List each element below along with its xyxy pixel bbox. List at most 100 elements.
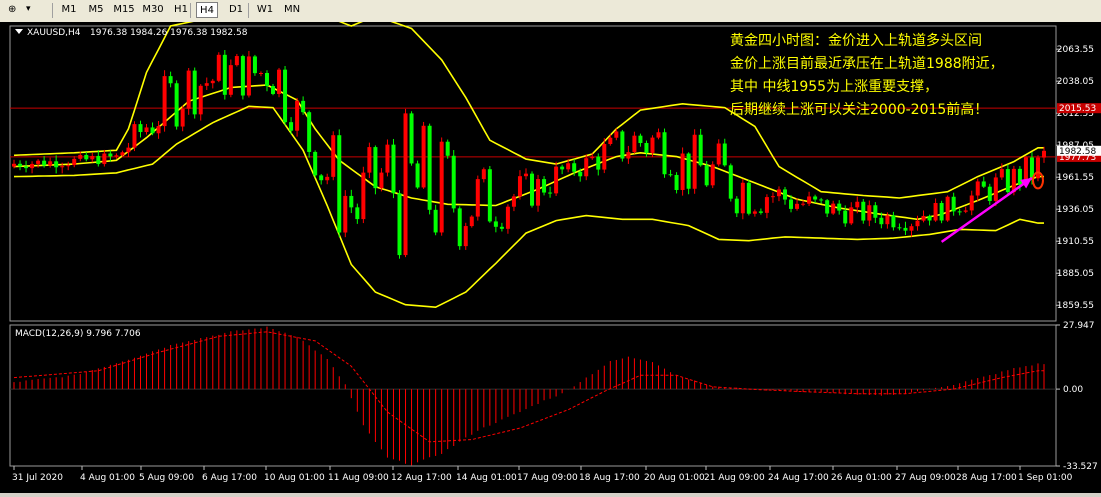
candle-body xyxy=(867,205,872,221)
time-axis: 31 Jul 2020 4 Aug 01:00 5 Aug 09:00 6 Aug 1… xyxy=(12,466,1073,483)
price-axis-label: 1859.55 xyxy=(1057,301,1094,311)
candle-body xyxy=(530,173,535,206)
time-axis-label: 28 Aug 17:00 xyxy=(956,473,1017,483)
candle-body xyxy=(668,174,673,176)
drawing-tool-dropdown[interactable]: ⊕ ▾ xyxy=(4,4,38,18)
candle-body xyxy=(66,165,71,167)
candle-body xyxy=(626,152,631,159)
candle-body xyxy=(114,155,119,157)
candle-body xyxy=(361,172,366,220)
candle-body xyxy=(536,179,541,206)
candle-body xyxy=(831,203,836,214)
candle-body xyxy=(801,203,806,205)
price-chart-window[interactable]: 2063.552038.052012.551987.051961.551936.… xyxy=(0,11,1101,493)
candle-body xyxy=(584,158,589,177)
time-axis-label: 11 Aug 09:00 xyxy=(328,473,389,483)
timeframe-h1-button[interactable]: H1 xyxy=(170,2,192,18)
candle-body xyxy=(614,131,619,138)
macd-panel-border xyxy=(9,324,1057,467)
candle-body xyxy=(722,143,727,166)
candle-body xyxy=(650,137,655,153)
macd-axis-label: 0.00 xyxy=(1063,385,1083,395)
candle-body xyxy=(403,113,408,256)
candle-body xyxy=(789,199,794,209)
candle-body xyxy=(421,125,426,188)
price-axis-label: 1961.55 xyxy=(1057,173,1094,183)
candle-body xyxy=(578,171,583,177)
candle-body xyxy=(819,199,824,201)
time-axis-label: 17 Aug 09:00 xyxy=(517,473,578,483)
candle-body xyxy=(505,206,510,229)
candle-body xyxy=(30,163,35,169)
candle-body xyxy=(608,137,613,144)
candle-body xyxy=(782,189,787,200)
candle-body xyxy=(108,153,113,157)
candle-body xyxy=(590,156,595,159)
candle-body xyxy=(927,215,932,221)
candle-body xyxy=(1017,168,1022,185)
candle-body xyxy=(469,216,474,227)
candle-body xyxy=(987,186,992,201)
candle-body xyxy=(463,226,468,247)
time-axis-label: 10 Aug 01:00 xyxy=(264,473,325,483)
candle-body xyxy=(1042,150,1046,158)
time-axis-label: 1 Sep 01:00 xyxy=(1018,473,1073,483)
candle-body xyxy=(391,144,396,194)
timeframe-m15-button[interactable]: M15 xyxy=(112,2,136,18)
macd-label: MACD(12,26,9) 9.796 7.706 xyxy=(15,329,141,339)
timeframe-w1-button[interactable]: W1 xyxy=(254,2,276,18)
candle-body xyxy=(837,203,842,211)
timeframe-m5-button[interactable]: M5 xyxy=(84,2,108,18)
candle-body xyxy=(752,211,757,214)
candle-body xyxy=(487,169,492,222)
candle-body xyxy=(566,163,571,170)
candle-body xyxy=(228,65,233,95)
candle-body xyxy=(373,147,378,189)
candle-body xyxy=(222,54,227,95)
candle-body xyxy=(825,200,830,214)
candle-body xyxy=(60,166,65,168)
toolbar-separator xyxy=(190,3,191,18)
timeframe-m1-button[interactable]: M1 xyxy=(58,2,80,18)
candle-body xyxy=(150,127,155,134)
candle-body xyxy=(409,113,414,164)
candle-body xyxy=(54,161,59,168)
candle-body xyxy=(1005,169,1010,193)
candle-body xyxy=(78,154,83,159)
candle-body xyxy=(602,144,607,170)
candle-body xyxy=(258,72,263,74)
candle-body xyxy=(572,163,577,172)
chart-canvas[interactable]: 2063.552038.052012.551987.051961.551936.… xyxy=(0,11,1101,493)
candle-body xyxy=(319,175,324,181)
candle-body xyxy=(957,211,962,213)
candle-body xyxy=(813,196,818,200)
candle-body xyxy=(96,155,101,165)
timeframe-mn-button[interactable]: MN xyxy=(280,2,304,18)
candle-body xyxy=(144,127,149,133)
timeframe-d1-button[interactable]: D1 xyxy=(224,2,248,18)
annotation-line: 黄金四小时图：金价进入上轨道多头区间 xyxy=(730,32,982,49)
candle-body xyxy=(415,163,420,188)
price-axis-label: 1885.05 xyxy=(1057,269,1094,279)
time-axis-label: 21 Aug 09:00 xyxy=(704,473,765,483)
candle-body xyxy=(252,56,257,74)
candle-body xyxy=(180,108,185,127)
candle-body xyxy=(457,208,462,247)
candle-body xyxy=(698,134,703,166)
candle-body xyxy=(439,141,444,233)
time-axis-label: 27 Aug 09:00 xyxy=(895,473,956,483)
candle-body xyxy=(397,193,402,256)
macd-axis-label: 27.947 xyxy=(1063,321,1095,331)
candle-body xyxy=(499,226,504,229)
time-axis-label: 6 Aug 17:00 xyxy=(202,473,257,483)
timeframe-toolbar: ⊕ ▾ M1 M5 M15 M30 H1 H4 D1 W1 MN xyxy=(0,0,1101,23)
last-price-tag-label: 1982.58 xyxy=(1059,147,1096,157)
cursor-icon: ⊕ xyxy=(8,4,17,15)
timeframe-h4-button[interactable]: H4 xyxy=(196,2,218,18)
candle-body xyxy=(126,147,131,153)
candle-body xyxy=(192,70,197,115)
candle-body xyxy=(271,86,276,94)
candle-body xyxy=(102,153,107,165)
candle-body xyxy=(764,197,769,213)
timeframe-m30-button[interactable]: M30 xyxy=(140,2,166,18)
